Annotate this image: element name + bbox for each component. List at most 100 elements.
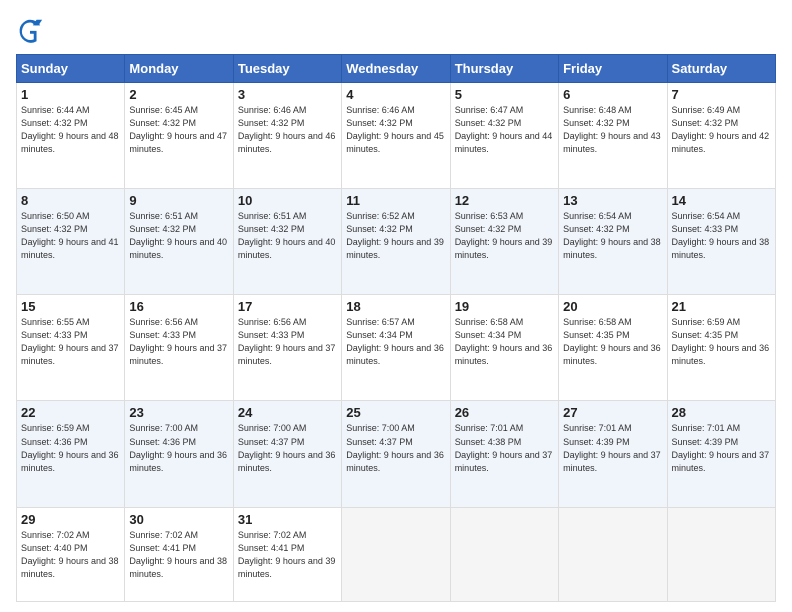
day-info: Sunrise: 7:00 AM Sunset: 4:37 PM Dayligh…: [238, 422, 337, 474]
calendar-cell: 30 Sunrise: 7:02 AM Sunset: 4:41 PM Dayl…: [125, 507, 233, 601]
calendar-cell: 31 Sunrise: 7:02 AM Sunset: 4:41 PM Dayl…: [233, 507, 341, 601]
day-number: 28: [672, 405, 771, 420]
day-info: Sunrise: 7:01 AM Sunset: 4:39 PM Dayligh…: [563, 422, 662, 474]
calendar-cell: 12 Sunrise: 6:53 AM Sunset: 4:32 PM Dayl…: [450, 189, 558, 295]
logo-icon: [16, 16, 44, 44]
day-number: 22: [21, 405, 120, 420]
calendar-cell: 29 Sunrise: 7:02 AM Sunset: 4:40 PM Dayl…: [17, 507, 125, 601]
calendar-cell: 10 Sunrise: 6:51 AM Sunset: 4:32 PM Dayl…: [233, 189, 341, 295]
calendar-cell: 15 Sunrise: 6:55 AM Sunset: 4:33 PM Dayl…: [17, 295, 125, 401]
header: [16, 16, 776, 44]
day-info: Sunrise: 6:51 AM Sunset: 4:32 PM Dayligh…: [129, 210, 228, 262]
calendar-cell: 9 Sunrise: 6:51 AM Sunset: 4:32 PM Dayli…: [125, 189, 233, 295]
calendar-cell: 28 Sunrise: 7:01 AM Sunset: 4:39 PM Dayl…: [667, 401, 775, 507]
day-info: Sunrise: 7:01 AM Sunset: 4:39 PM Dayligh…: [672, 422, 771, 474]
day-number: 1: [21, 87, 120, 102]
day-number: 15: [21, 299, 120, 314]
day-number: 3: [238, 87, 337, 102]
day-number: 24: [238, 405, 337, 420]
weekday-header-sunday: Sunday: [17, 55, 125, 83]
day-number: 10: [238, 193, 337, 208]
calendar-cell: 21 Sunrise: 6:59 AM Sunset: 4:35 PM Dayl…: [667, 295, 775, 401]
weekday-header-wednesday: Wednesday: [342, 55, 450, 83]
day-info: Sunrise: 6:58 AM Sunset: 4:34 PM Dayligh…: [455, 316, 554, 368]
calendar-cell: 1 Sunrise: 6:44 AM Sunset: 4:32 PM Dayli…: [17, 83, 125, 189]
day-number: 25: [346, 405, 445, 420]
day-info: Sunrise: 6:44 AM Sunset: 4:32 PM Dayligh…: [21, 104, 120, 156]
calendar-cell: 16 Sunrise: 6:56 AM Sunset: 4:33 PM Dayl…: [125, 295, 233, 401]
calendar-cell: 2 Sunrise: 6:45 AM Sunset: 4:32 PM Dayli…: [125, 83, 233, 189]
calendar-cell: 22 Sunrise: 6:59 AM Sunset: 4:36 PM Dayl…: [17, 401, 125, 507]
day-number: 30: [129, 512, 228, 527]
day-info: Sunrise: 6:54 AM Sunset: 4:33 PM Dayligh…: [672, 210, 771, 262]
day-info: Sunrise: 6:59 AM Sunset: 4:36 PM Dayligh…: [21, 422, 120, 474]
calendar-cell: 5 Sunrise: 6:47 AM Sunset: 4:32 PM Dayli…: [450, 83, 558, 189]
day-info: Sunrise: 6:48 AM Sunset: 4:32 PM Dayligh…: [563, 104, 662, 156]
calendar-table: SundayMondayTuesdayWednesdayThursdayFrid…: [16, 54, 776, 602]
day-info: Sunrise: 6:54 AM Sunset: 4:32 PM Dayligh…: [563, 210, 662, 262]
calendar-week-row: 22 Sunrise: 6:59 AM Sunset: 4:36 PM Dayl…: [17, 401, 776, 507]
day-info: Sunrise: 6:59 AM Sunset: 4:35 PM Dayligh…: [672, 316, 771, 368]
day-number: 14: [672, 193, 771, 208]
calendar-cell: 13 Sunrise: 6:54 AM Sunset: 4:32 PM Dayl…: [559, 189, 667, 295]
calendar-cell: 23 Sunrise: 7:00 AM Sunset: 4:36 PM Dayl…: [125, 401, 233, 507]
day-number: 9: [129, 193, 228, 208]
day-info: Sunrise: 7:02 AM Sunset: 4:41 PM Dayligh…: [129, 529, 228, 581]
weekday-header-friday: Friday: [559, 55, 667, 83]
day-info: Sunrise: 6:50 AM Sunset: 4:32 PM Dayligh…: [21, 210, 120, 262]
page: SundayMondayTuesdayWednesdayThursdayFrid…: [0, 0, 792, 612]
day-number: 18: [346, 299, 445, 314]
day-info: Sunrise: 6:58 AM Sunset: 4:35 PM Dayligh…: [563, 316, 662, 368]
day-info: Sunrise: 7:00 AM Sunset: 4:36 PM Dayligh…: [129, 422, 228, 474]
calendar-cell: [667, 507, 775, 601]
day-info: Sunrise: 7:01 AM Sunset: 4:38 PM Dayligh…: [455, 422, 554, 474]
calendar-cell: 14 Sunrise: 6:54 AM Sunset: 4:33 PM Dayl…: [667, 189, 775, 295]
calendar-cell: 20 Sunrise: 6:58 AM Sunset: 4:35 PM Dayl…: [559, 295, 667, 401]
calendar-week-row: 29 Sunrise: 7:02 AM Sunset: 4:40 PM Dayl…: [17, 507, 776, 601]
calendar-cell: 27 Sunrise: 7:01 AM Sunset: 4:39 PM Dayl…: [559, 401, 667, 507]
day-number: 27: [563, 405, 662, 420]
day-number: 19: [455, 299, 554, 314]
day-info: Sunrise: 6:47 AM Sunset: 4:32 PM Dayligh…: [455, 104, 554, 156]
calendar-cell: 19 Sunrise: 6:58 AM Sunset: 4:34 PM Dayl…: [450, 295, 558, 401]
day-number: 11: [346, 193, 445, 208]
day-number: 4: [346, 87, 445, 102]
calendar-cell: 24 Sunrise: 7:00 AM Sunset: 4:37 PM Dayl…: [233, 401, 341, 507]
day-number: 26: [455, 405, 554, 420]
day-info: Sunrise: 6:53 AM Sunset: 4:32 PM Dayligh…: [455, 210, 554, 262]
weekday-header-saturday: Saturday: [667, 55, 775, 83]
day-number: 29: [21, 512, 120, 527]
day-info: Sunrise: 6:49 AM Sunset: 4:32 PM Dayligh…: [672, 104, 771, 156]
calendar-cell: 26 Sunrise: 7:01 AM Sunset: 4:38 PM Dayl…: [450, 401, 558, 507]
calendar-cell: 11 Sunrise: 6:52 AM Sunset: 4:32 PM Dayl…: [342, 189, 450, 295]
day-number: 5: [455, 87, 554, 102]
calendar-cell: 7 Sunrise: 6:49 AM Sunset: 4:32 PM Dayli…: [667, 83, 775, 189]
calendar-cell: [559, 507, 667, 601]
day-number: 23: [129, 405, 228, 420]
calendar-cell: 8 Sunrise: 6:50 AM Sunset: 4:32 PM Dayli…: [17, 189, 125, 295]
weekday-header-tuesday: Tuesday: [233, 55, 341, 83]
day-info: Sunrise: 6:57 AM Sunset: 4:34 PM Dayligh…: [346, 316, 445, 368]
logo: [16, 16, 48, 44]
calendar-week-row: 1 Sunrise: 6:44 AM Sunset: 4:32 PM Dayli…: [17, 83, 776, 189]
day-number: 2: [129, 87, 228, 102]
calendar-cell: [450, 507, 558, 601]
day-number: 7: [672, 87, 771, 102]
day-number: 31: [238, 512, 337, 527]
day-info: Sunrise: 6:46 AM Sunset: 4:32 PM Dayligh…: [346, 104, 445, 156]
calendar-cell: 17 Sunrise: 6:56 AM Sunset: 4:33 PM Dayl…: [233, 295, 341, 401]
weekday-header-thursday: Thursday: [450, 55, 558, 83]
day-info: Sunrise: 7:02 AM Sunset: 4:40 PM Dayligh…: [21, 529, 120, 581]
calendar-week-row: 8 Sunrise: 6:50 AM Sunset: 4:32 PM Dayli…: [17, 189, 776, 295]
day-number: 17: [238, 299, 337, 314]
calendar-cell: 25 Sunrise: 7:00 AM Sunset: 4:37 PM Dayl…: [342, 401, 450, 507]
day-info: Sunrise: 6:45 AM Sunset: 4:32 PM Dayligh…: [129, 104, 228, 156]
day-number: 21: [672, 299, 771, 314]
day-info: Sunrise: 7:00 AM Sunset: 4:37 PM Dayligh…: [346, 422, 445, 474]
weekday-header-monday: Monday: [125, 55, 233, 83]
day-info: Sunrise: 6:55 AM Sunset: 4:33 PM Dayligh…: [21, 316, 120, 368]
day-info: Sunrise: 6:52 AM Sunset: 4:32 PM Dayligh…: [346, 210, 445, 262]
calendar-cell: 6 Sunrise: 6:48 AM Sunset: 4:32 PM Dayli…: [559, 83, 667, 189]
calendar-cell: 18 Sunrise: 6:57 AM Sunset: 4:34 PM Dayl…: [342, 295, 450, 401]
day-info: Sunrise: 7:02 AM Sunset: 4:41 PM Dayligh…: [238, 529, 337, 581]
